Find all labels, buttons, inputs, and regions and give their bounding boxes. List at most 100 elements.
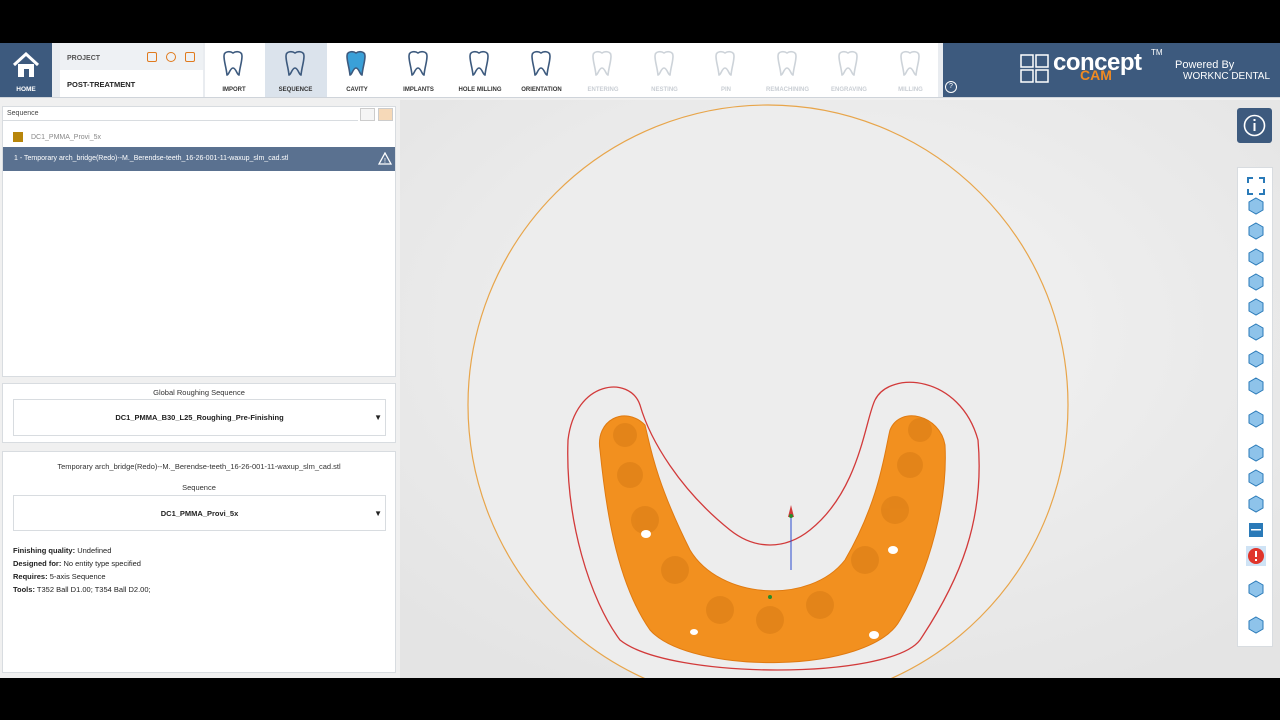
finishing-label: Finishing quality:	[13, 546, 76, 555]
data-icon[interactable]	[1246, 520, 1266, 540]
details-filename: Temporary arch_bridge(Redo)--M._Berendse…	[57, 462, 341, 471]
requires-value: 5-axis Sequence	[49, 572, 106, 581]
step-label: ORIENTATION	[521, 87, 562, 93]
designed-label: Designed for:	[13, 559, 62, 568]
help-icon[interactable]: ?	[945, 81, 957, 93]
chevron-down-icon: ▼	[374, 413, 382, 422]
global-roughing-title: Global Roughing Sequence	[153, 388, 245, 397]
view-front-icon[interactable]	[1246, 247, 1266, 267]
global-roughing-dropdown[interactable]: DC1_PMMA_B30_L25_Roughing_Pre-Finishing …	[13, 399, 386, 436]
tree-item-label: 1 - Temporary arch_bridge(Redo)--M._Bere…	[14, 155, 289, 162]
designed-for: Designed for: No entity type specified	[13, 559, 141, 568]
alert-icon[interactable]	[1246, 546, 1266, 566]
origin-point	[789, 514, 793, 518]
step-implants[interactable]: IMPLANTS	[388, 43, 450, 97]
save-icon[interactable]	[147, 52, 157, 62]
chevron-down-icon: ▼	[374, 509, 382, 518]
tree-group-label: DC1_PMMA_Provi_5x	[31, 133, 102, 141]
concept-logo-icon	[1020, 54, 1049, 83]
sequence-value: DC1_PMMA_Provi_5x	[160, 509, 239, 518]
tooth-sequence-icon	[284, 50, 305, 76]
axes-nc-icon[interactable]	[1246, 468, 1266, 488]
warning-icon[interactable]: !	[378, 152, 392, 166]
pin-icon	[715, 50, 735, 76]
tools: Tools: T352 Ball D1.00; T354 Ball D2.00;	[13, 585, 151, 594]
step-label: IMPORT	[222, 87, 246, 93]
worknc-dental: WORKNC DENTAL	[1183, 71, 1271, 82]
top-toolbar: HOME PROJECT POST-TREATMENT IMPORT SEQUEN…	[0, 43, 1280, 98]
implant-tool-icon[interactable]	[1246, 376, 1266, 396]
project-header: PROJECT	[67, 55, 101, 62]
engraving-icon	[838, 50, 858, 76]
step-sequence[interactable]: SEQUENCE	[264, 43, 327, 97]
svg-text:!: !	[384, 158, 386, 165]
tooth-implant-icon	[407, 50, 428, 76]
model-icon[interactable]	[1246, 349, 1266, 369]
home-label: HOME	[16, 86, 36, 93]
step-milling: MILLING	[880, 43, 942, 97]
step-label: ENGRAVING	[831, 87, 867, 93]
tree-group-row[interactable]: DC1_PMMA_Provi_5x	[13, 132, 101, 142]
step-label: ENTERING	[587, 87, 619, 93]
step-label: HOLE MILLING	[458, 87, 502, 93]
scene	[400, 100, 1280, 678]
nesting-icon	[653, 50, 674, 76]
home-icon	[12, 51, 40, 77]
settings-icon[interactable]	[166, 52, 176, 62]
home-button[interactable]: HOME	[0, 43, 52, 97]
global-roughing-panel: Global Roughing Sequence DC1_PMMA_B30_L2…	[2, 383, 396, 443]
brand-tm: TM	[1151, 48, 1163, 57]
3d-viewport[interactable]	[400, 100, 1280, 678]
step-import[interactable]: IMPORT	[203, 43, 265, 97]
step-label: REMACHINING	[766, 87, 809, 93]
tooth-plus-icon	[223, 50, 243, 76]
finishing-quality: Finishing quality: Undefined	[13, 546, 111, 555]
view-top-icon[interactable]	[1246, 196, 1266, 216]
brand-banner: concept CAM TM Powered By WORKNC DENTAL …	[943, 43, 1280, 97]
details-sequence-title: Sequence	[182, 483, 216, 492]
tools-value: T352 Ball D1.00; T354 Ball D2.00;	[36, 585, 151, 594]
expand-all-button[interactable]	[378, 108, 393, 121]
requires-label: Requires:	[13, 572, 48, 581]
tooth-view-icon[interactable]	[1246, 443, 1266, 463]
info-icon	[1243, 114, 1266, 137]
view-nc2-icon[interactable]	[1246, 322, 1266, 342]
sequence-header: Sequence	[3, 107, 358, 121]
step-orientation[interactable]: ORIENTATION	[511, 43, 573, 97]
tools-label: Tools:	[13, 585, 35, 594]
export-icon[interactable]	[185, 52, 195, 62]
step-label: IMPLANTS	[403, 87, 434, 93]
zoom-icon[interactable]	[1246, 615, 1266, 635]
sequence-details-panel: Temporary arch_bridge(Redo)--M._Berendse…	[2, 451, 396, 673]
tool-icon[interactable]	[1246, 494, 1266, 514]
collapse-all-button[interactable]	[360, 108, 375, 121]
view-iso-icon[interactable]	[1246, 297, 1266, 317]
center-point	[768, 595, 772, 599]
step-label: MILLING	[898, 87, 923, 93]
step-remachining: REMACHINING	[757, 43, 819, 97]
global-roughing-value: DC1_PMMA_B30_L25_Roughing_Pre-Finishing	[115, 413, 284, 422]
ring-icon[interactable]	[1246, 409, 1266, 429]
step-label: SEQUENCE	[278, 87, 313, 93]
step-cavity[interactable]: CAVITY	[326, 43, 388, 97]
info-button[interactable]	[1237, 108, 1272, 143]
step-hole-milling[interactable]: HOLE MILLING	[449, 43, 511, 97]
sequence-dropdown[interactable]: DC1_PMMA_Provi_5x ▼	[13, 495, 386, 531]
tree-item-selected[interactable]: 1 - Temporary arch_bridge(Redo)--M._Bere…	[3, 147, 395, 171]
view-side-icon[interactable]	[1246, 272, 1266, 292]
step-pin: PIN	[695, 43, 757, 97]
powered-by: Powered By	[1175, 59, 1235, 71]
fit-view-icon[interactable]	[1246, 176, 1266, 196]
step-entering: ENTERING	[572, 43, 634, 97]
step-label: PIN	[720, 87, 731, 93]
hand-icon[interactable]	[1246, 579, 1266, 599]
project-name: POST-TREATMENT	[67, 80, 136, 89]
milling-icon	[899, 50, 920, 76]
orientation-icon	[530, 50, 551, 76]
left-sidebar: Sequence DC1_PMMA_Provi_5x 1 - Temporary…	[0, 100, 400, 678]
step-label: NESTING	[651, 87, 678, 93]
material-swatch-icon	[13, 132, 23, 142]
step-engraving: ENGRAVING	[818, 43, 880, 97]
view-nc-icon[interactable]	[1246, 221, 1266, 241]
hole-milling-icon	[469, 50, 489, 76]
